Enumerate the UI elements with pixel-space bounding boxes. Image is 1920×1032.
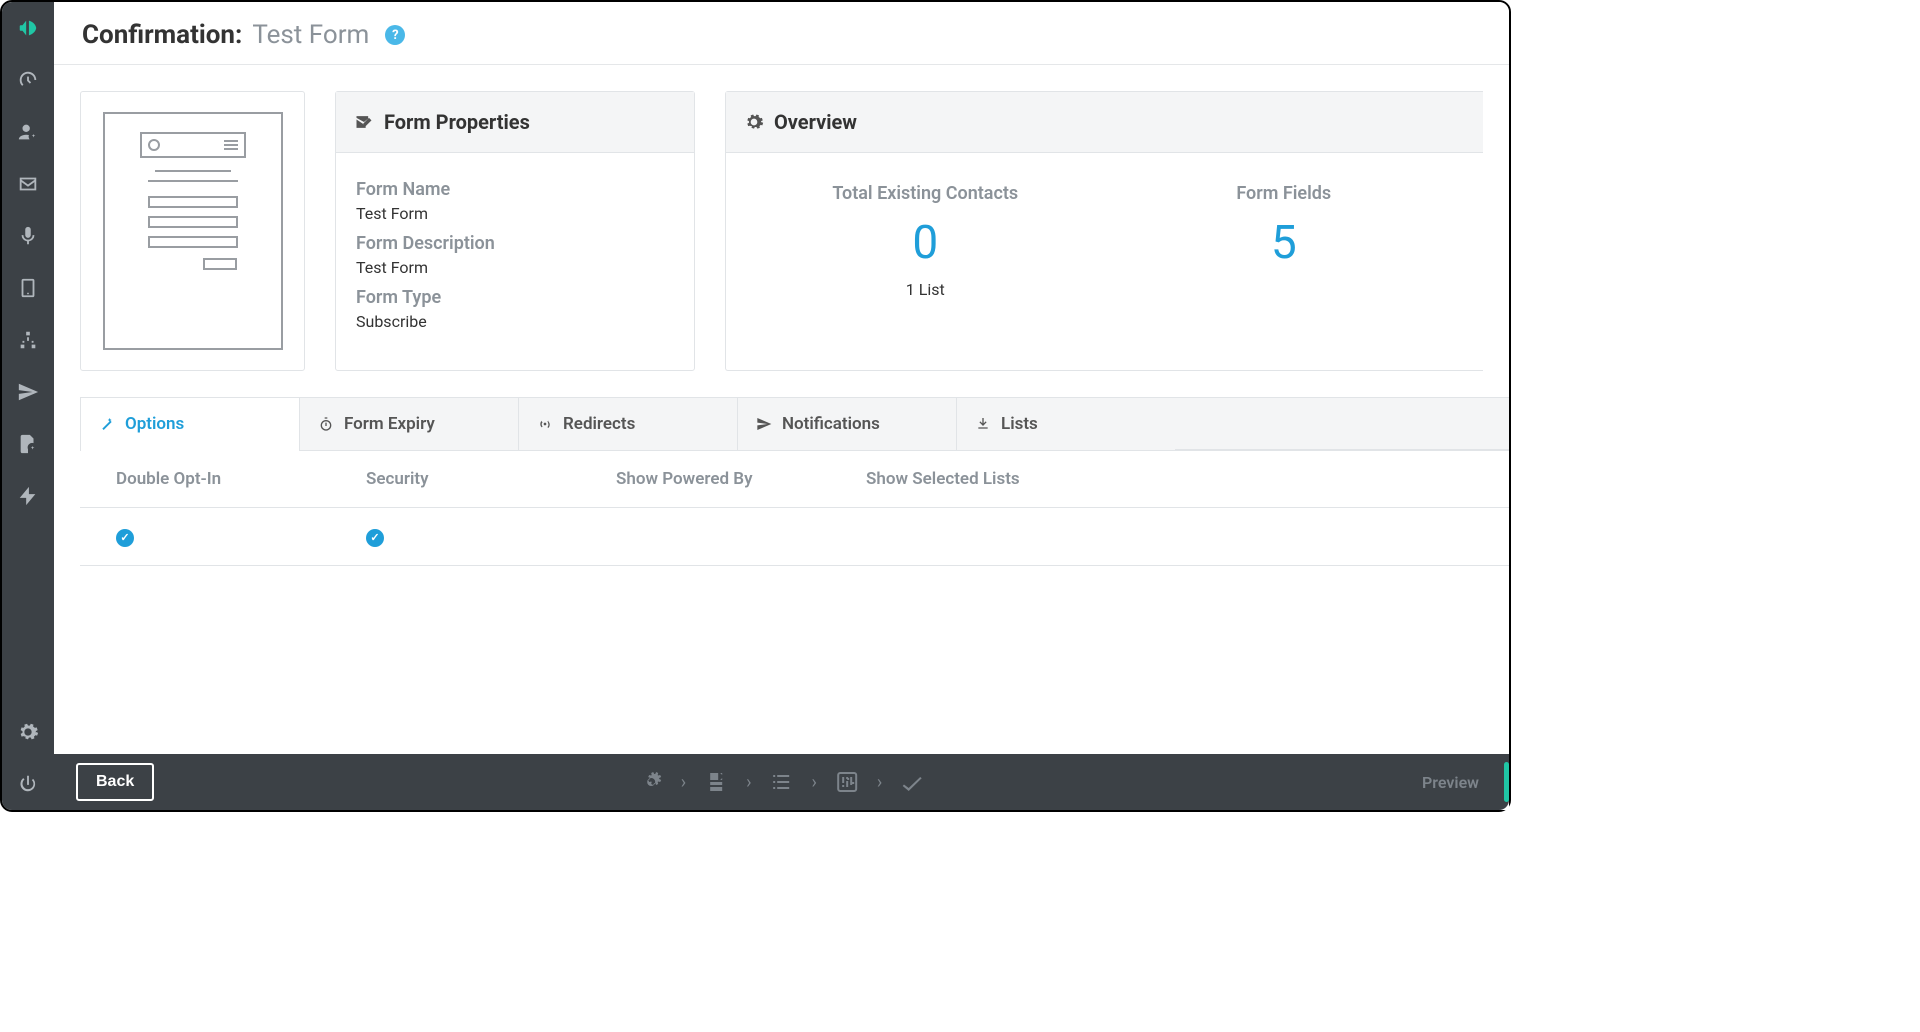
wizard-steps: › › › › [639, 770, 925, 794]
form-properties-title: Form Properties [384, 110, 530, 134]
options-panel: Double Opt-In Security Show Powered By S… [80, 451, 1509, 566]
contacts-sub: 1 List [756, 280, 1095, 299]
tab-redirects[interactable]: Redirects [518, 397, 738, 450]
sidebar-item-campaigns[interactable] [2, 2, 54, 54]
sidebar-item-settings[interactable] [2, 706, 54, 758]
overview-title: Overview [774, 110, 857, 134]
step-confirm-icon[interactable] [900, 770, 924, 794]
gear-icon [744, 112, 764, 132]
tab-form-expiry[interactable]: Form Expiry [299, 397, 519, 450]
sidebar-item-mobile[interactable] [2, 262, 54, 314]
sidebar-item-contacts[interactable] [2, 106, 54, 158]
sidebar-item-reports[interactable] [2, 418, 54, 470]
stopwatch-icon [318, 416, 334, 432]
person-gear-icon [17, 121, 39, 143]
gear-icon [17, 721, 39, 743]
form-name-value: Test Form [356, 204, 674, 223]
accent-bar [1504, 762, 1509, 802]
step-design-icon[interactable] [704, 770, 728, 794]
mobile-icon [17, 277, 39, 299]
wand-icon [99, 416, 115, 432]
contacts-value: 0 [756, 216, 1095, 270]
form-desc-label: Form Description [356, 233, 674, 254]
file-gear-icon [17, 433, 39, 455]
tabs: Options Form Expiry Redirects Notificati… [80, 397, 1509, 451]
envelope-pencil-icon [354, 112, 374, 132]
page-header: Confirmation: Test Form ? [54, 2, 1509, 65]
gauge-icon [17, 69, 39, 91]
form-name-label: Form Name [356, 179, 674, 200]
sidebar-item-audio[interactable] [2, 210, 54, 262]
envelope-icon [17, 173, 39, 195]
tab-notifications[interactable]: Notifications [737, 397, 957, 450]
sidebar-item-email[interactable] [2, 158, 54, 210]
form-type-label: Form Type [356, 287, 674, 308]
col-powered-by: Show Powered By [616, 469, 866, 489]
fields-value: 5 [1115, 216, 1454, 270]
sidebar-item-dashboard[interactable] [2, 54, 54, 106]
step-options-icon[interactable] [835, 770, 859, 794]
col-double-optin: Double Opt-In [116, 469, 366, 489]
paper-plane-icon [756, 416, 772, 432]
status-double-optin: ✓ [116, 529, 134, 547]
sidebar-item-sitemap[interactable] [2, 314, 54, 366]
step-settings-icon[interactable] [639, 770, 663, 794]
megaphone-icon [17, 17, 39, 39]
form-type-value: Subscribe [356, 312, 674, 331]
col-selected-lists: Show Selected Lists [866, 469, 1116, 489]
sidebar-item-automation[interactable] [2, 470, 54, 522]
tab-lists[interactable]: Lists [956, 397, 1176, 450]
preview-link[interactable]: Preview [1422, 773, 1479, 792]
sidebar-item-send[interactable] [2, 366, 54, 418]
col-security: Security [366, 469, 616, 489]
footer: Back › › › › Preview [54, 754, 1509, 810]
paper-plane-icon [17, 381, 39, 403]
header-prefix: Confirmation: [82, 20, 242, 50]
sidebar [2, 2, 54, 810]
sidebar-item-logout[interactable] [2, 758, 54, 810]
contacts-label: Total Existing Contacts [756, 183, 1095, 204]
status-security: ✓ [366, 529, 384, 547]
step-list-icon[interactable] [770, 770, 794, 794]
broadcast-icon [537, 416, 553, 432]
download-list-icon [975, 416, 991, 432]
help-icon[interactable]: ? [385, 25, 405, 45]
power-icon [17, 773, 39, 795]
form-properties-card: Form Properties Form Name Test Form Form… [335, 91, 695, 371]
form-desc-value: Test Form [356, 258, 674, 277]
form-thumbnail [80, 91, 305, 371]
microphone-icon [17, 225, 39, 247]
back-button[interactable]: Back [76, 763, 154, 801]
tab-options[interactable]: Options [80, 397, 300, 450]
sitemap-icon [17, 329, 39, 351]
fields-label: Form Fields [1115, 183, 1454, 204]
bolt-icon [17, 485, 39, 507]
overview-card: Overview Total Existing Contacts 0 1 Lis… [725, 91, 1483, 371]
header-title: Test Form [252, 20, 369, 50]
